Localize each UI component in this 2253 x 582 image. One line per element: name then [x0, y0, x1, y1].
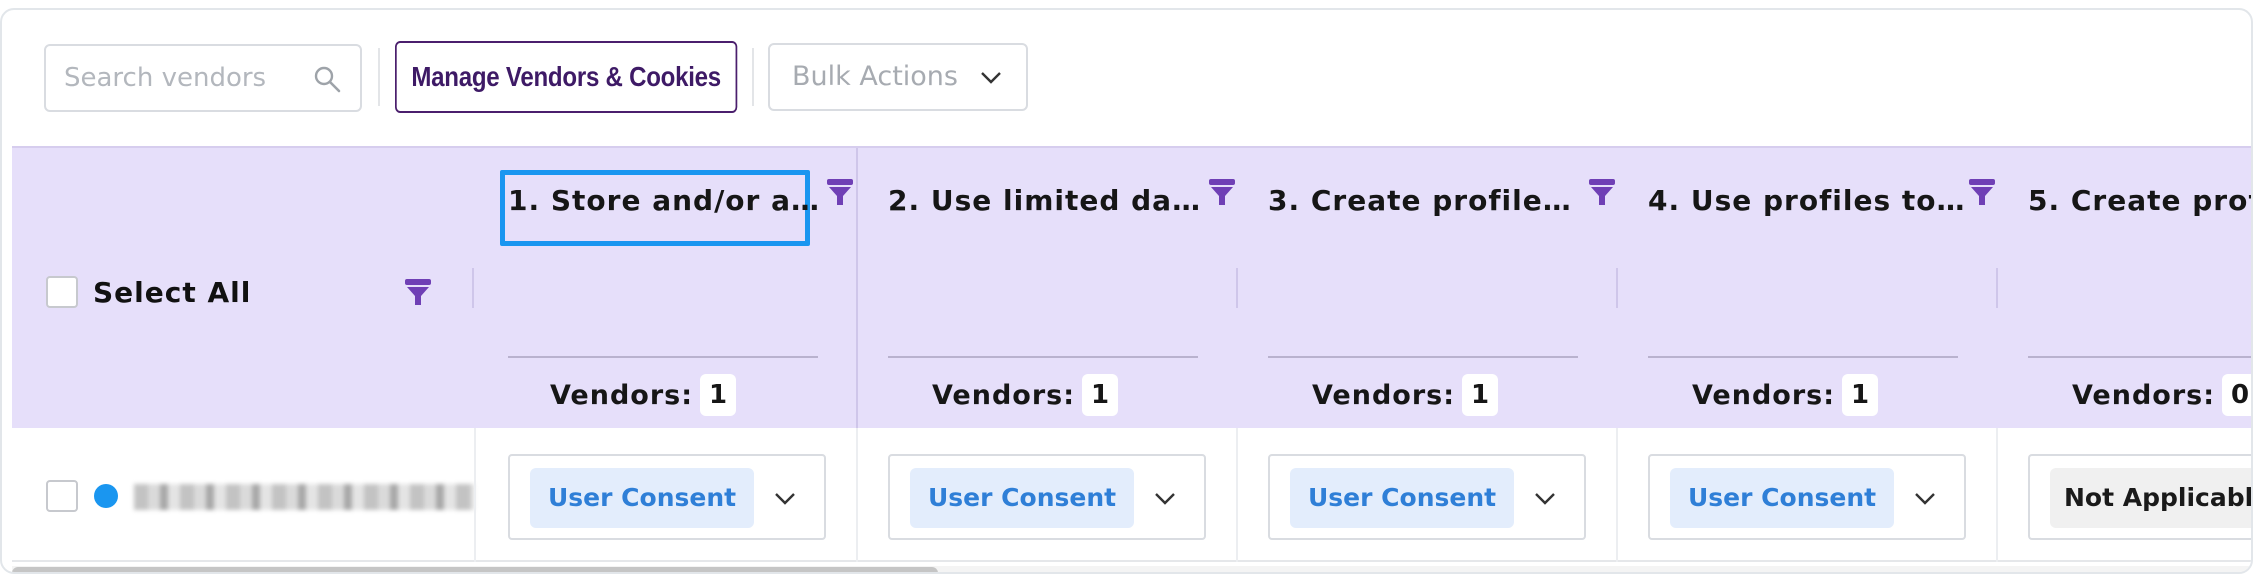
vendors-label: Vendors:	[1692, 380, 1836, 411]
consent-select[interactable]: User Consent	[1648, 454, 1966, 540]
column-rule	[888, 356, 1198, 358]
chevron-down-icon	[775, 493, 795, 505]
vendors-count-badge: 1	[1082, 374, 1118, 416]
search-field[interactable]	[44, 44, 362, 112]
vendors-count-badge: 1	[1462, 374, 1498, 416]
column-divider	[856, 148, 858, 430]
column-purpose-4[interactable]: 4. Use profiles to… Vendors: 1	[1628, 148, 2008, 430]
column-divider	[1996, 268, 1998, 308]
bulk-actions-dropdown[interactable]: Bulk Actions	[768, 43, 1028, 111]
table-row: User Consent User Consent User Consent U…	[12, 428, 2251, 562]
vendors-label: Vendors:	[1312, 380, 1456, 411]
column-purpose-5[interactable]: 5. Create profil Vendors: 0	[2008, 148, 2251, 430]
consent-value: User Consent	[530, 468, 755, 528]
column-rule	[1268, 356, 1578, 358]
bulk-actions-label: Bulk Actions	[792, 61, 958, 92]
consent-select[interactable]: Not Applicable	[2028, 454, 2251, 540]
consent-select[interactable]: User Consent	[508, 454, 826, 540]
row-checkbox[interactable]	[46, 480, 78, 512]
consent-value: Not Applicable	[2050, 468, 2251, 528]
status-dot	[94, 484, 118, 508]
consent-select[interactable]: User Consent	[1268, 454, 1586, 540]
filter-funnel-icon[interactable]	[1968, 178, 1996, 206]
vendors-count-badge: 0	[2222, 374, 2251, 416]
toolbar-divider	[378, 48, 380, 106]
search-icon[interactable]	[312, 64, 342, 94]
column-divider	[1236, 268, 1238, 308]
cell-divider	[1236, 428, 1238, 562]
select-all-checkbox[interactable]	[46, 276, 78, 308]
vendors-label: Vendors:	[2072, 380, 2216, 411]
consent-value: User Consent	[1290, 468, 1515, 528]
vendors-count-badge: 1	[700, 374, 736, 416]
column-title[interactable]: 3. Create profile…	[1268, 184, 1572, 217]
column-divider	[472, 268, 474, 308]
vendor-name-redacted[interactable]	[134, 484, 474, 510]
column-purpose-1[interactable]: 1. Store and/or a… Vendors: 1	[486, 148, 866, 430]
filter-funnel-icon[interactable]	[404, 278, 432, 306]
select-all-label: Select All	[93, 276, 252, 309]
consent-value: User Consent	[910, 468, 1135, 528]
horizontal-scrollbar-thumb[interactable]	[12, 567, 938, 572]
search-input[interactable]	[64, 58, 314, 98]
consent-value: User Consent	[1670, 468, 1895, 528]
table-header: Select All 1. Store and/or a… Vendors: 1…	[12, 146, 2251, 430]
toolbar-divider	[752, 48, 754, 106]
consent-select[interactable]: User Consent	[888, 454, 1206, 540]
chevron-down-icon	[1915, 493, 1935, 505]
column-divider	[1616, 268, 1618, 308]
column-purpose-2[interactable]: 2. Use limited da… Vendors: 1	[868, 148, 1248, 430]
cell-divider	[474, 428, 476, 562]
filter-funnel-icon[interactable]	[1588, 178, 1616, 206]
chevron-down-icon	[981, 72, 1001, 84]
vendors-count-badge: 1	[1842, 374, 1878, 416]
filter-funnel-icon[interactable]	[1208, 178, 1236, 206]
column-title[interactable]: 2. Use limited da…	[888, 184, 1201, 217]
vendors-label: Vendors:	[550, 380, 694, 411]
column-rule	[508, 356, 818, 358]
chevron-down-icon	[1535, 493, 1555, 505]
column-rule	[2028, 356, 2251, 358]
filter-funnel-icon[interactable]	[826, 178, 854, 206]
vendors-panel: Manage Vendors & Cookies Bulk Actions Se…	[0, 8, 2253, 574]
column-rule	[1648, 356, 1958, 358]
manage-vendors-cookies-button[interactable]: Manage Vendors & Cookies	[395, 41, 738, 113]
column-purpose-3[interactable]: 3. Create profile… Vendors: 1	[1248, 148, 1628, 430]
vendors-label: Vendors:	[932, 380, 1076, 411]
cell-divider	[1616, 428, 1618, 562]
column-title[interactable]: 4. Use profiles to…	[1648, 184, 1966, 217]
cell-divider	[856, 428, 858, 562]
chevron-down-icon	[1155, 493, 1175, 505]
cell-divider	[1996, 428, 1998, 562]
column-title[interactable]: 5. Create profil	[2028, 184, 2251, 217]
column-title[interactable]: 1. Store and/or a…	[508, 184, 820, 217]
